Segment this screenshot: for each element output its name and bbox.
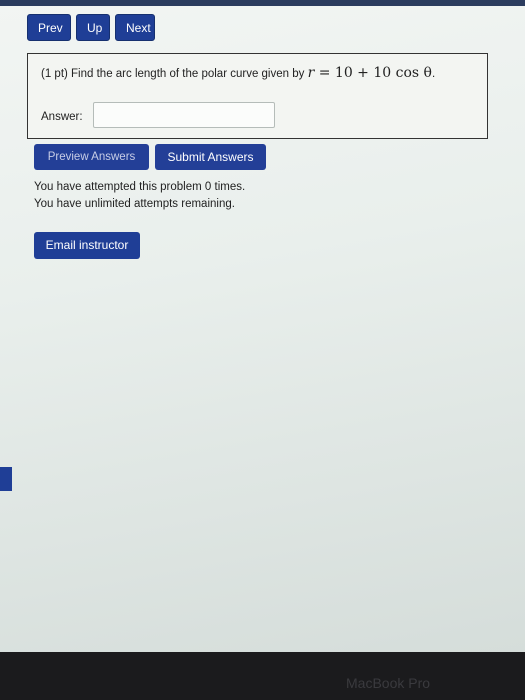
browser-screen: Prev Up Next (1 pt) Find the arc length … (0, 0, 525, 652)
remaining-status: You have unlimited attempts remaining. (34, 198, 235, 210)
problem-equation: r = 10 + 10 cos θ (308, 65, 432, 81)
side-tab-handle[interactable] (0, 467, 12, 491)
preview-answers-button[interactable]: Preview Answers (34, 144, 149, 170)
laptop-brand-label: MacBook Pro (346, 675, 431, 691)
prev-button[interactable]: Prev (27, 14, 71, 41)
next-button[interactable]: Next (115, 14, 155, 41)
attempts-status: You have attempted this problem 0 times. (34, 181, 246, 193)
up-button[interactable]: Up (76, 14, 110, 41)
answer-label: Answer: (41, 111, 83, 123)
equation-rhs: = 10 + 10 cos θ (314, 65, 432, 81)
problem-suffix: . (431, 68, 436, 80)
problem-box: (1 pt) Find the arc length of the polar … (27, 53, 488, 139)
answer-input[interactable] (93, 102, 275, 128)
submit-answers-button[interactable]: Submit Answers (155, 144, 266, 170)
email-instructor-button[interactable]: Email instructor (34, 232, 140, 259)
problem-statement: (1 pt) Find the arc length of the polar … (41, 65, 435, 81)
problem-prefix: (1 pt) Find the arc length of the polar … (41, 68, 305, 80)
